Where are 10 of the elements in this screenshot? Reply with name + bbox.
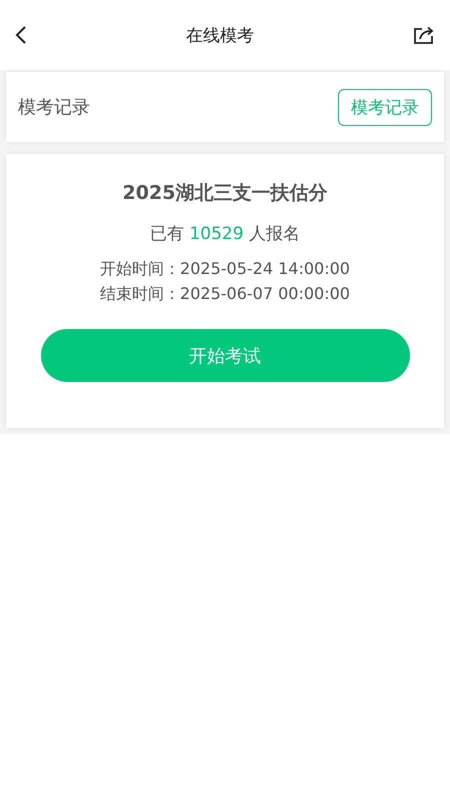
start-exam-button[interactable]: 开始考试 — [40, 329, 410, 382]
signup-count-text: 已有 10529 人报名 — [150, 223, 300, 245]
page-title: 在线模考 — [186, 24, 254, 46]
back-icon[interactable] — [15, 25, 27, 45]
exam-time-text: 结束时间：2025-06-07 00:00:00 — [100, 284, 350, 305]
records-label: 模考记录 — [18, 96, 90, 119]
exam-title: 2025湖北三支一扶估分 — [122, 181, 328, 206]
exam-time-text: 开始时间：2025-05-24 14:00:00 — [100, 259, 350, 280]
share-icon[interactable] — [413, 25, 435, 45]
records-button[interactable]: 模考记录 — [338, 88, 432, 126]
